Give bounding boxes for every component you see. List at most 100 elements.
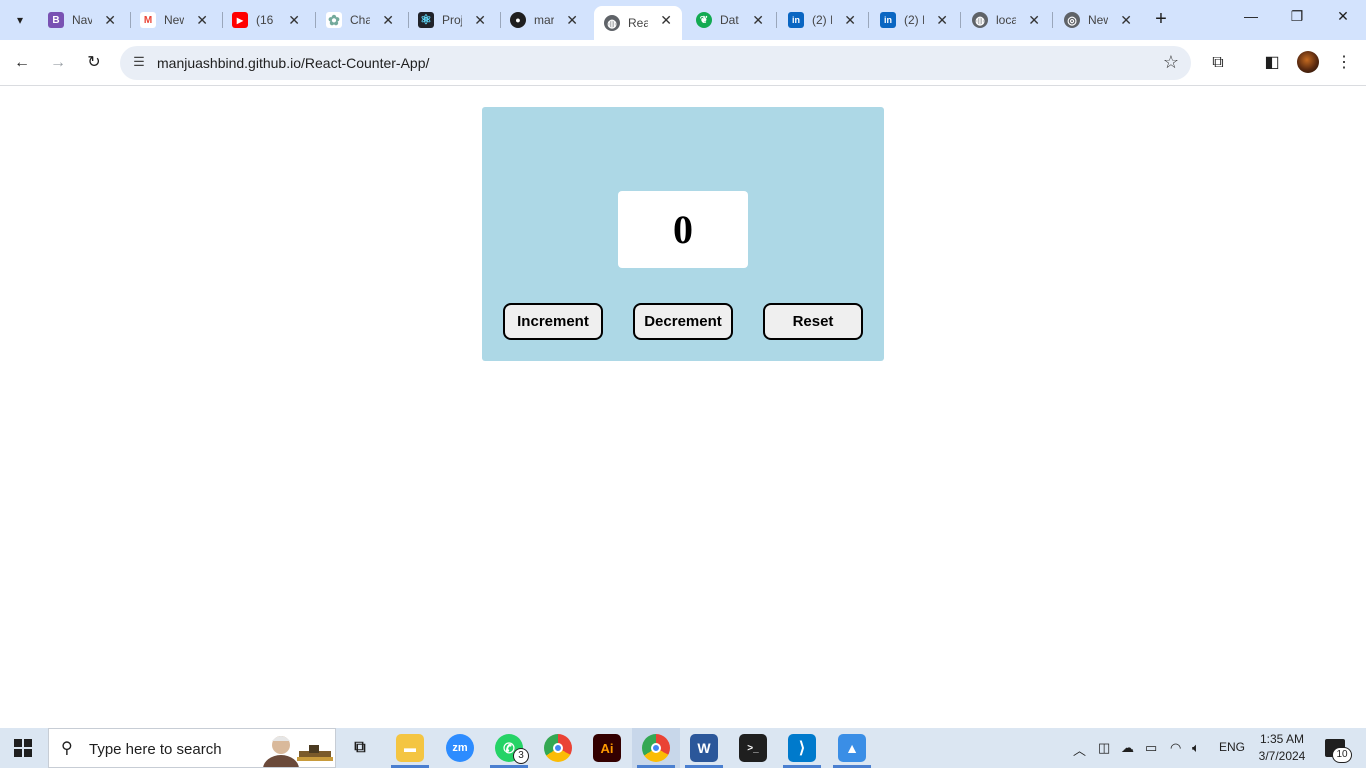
tab-label: mar — [534, 13, 554, 27]
restore-button[interactable]: ❐ — [1282, 8, 1312, 30]
close-window-button[interactable]: ✕ — [1328, 8, 1358, 30]
tab-4[interactable]: ✿ Cha ✕ — [316, 6, 404, 34]
vscode-icon[interactable]: ⟩ — [788, 734, 816, 762]
close-icon[interactable]: ✕ — [288, 12, 300, 29]
tab-3[interactable]: ▶ (16 ✕ — [222, 6, 310, 34]
youtube-icon: ▶ — [232, 12, 248, 28]
tab-divider — [776, 12, 777, 28]
tab-label: Rea — [628, 16, 648, 30]
tab-divider — [868, 12, 869, 28]
minimize-button[interactable]: — — [1236, 8, 1266, 30]
zoom-icon[interactable]: zm — [446, 734, 474, 762]
word-icon[interactable]: W — [690, 734, 718, 762]
counter-value: 0 — [618, 191, 748, 268]
illustrator-icon[interactable]: Ai — [593, 734, 621, 762]
notification-count-badge: 10 — [1332, 747, 1352, 763]
reset-button[interactable]: Reset — [763, 303, 863, 340]
close-icon[interactable]: ✕ — [1028, 12, 1040, 29]
url-text[interactable]: manjuashbind.github.io/React-Counter-App… — [157, 55, 429, 71]
linkedin-icon: in — [788, 12, 804, 28]
chevron-up-icon[interactable]: ︿ — [1073, 740, 1086, 759]
tab-5[interactable]: ⚛ Proj ✕ — [408, 6, 496, 34]
reload-button[interactable]: ↻ — [81, 50, 107, 76]
back-button[interactable]: ← — [9, 50, 35, 76]
close-icon[interactable]: ✕ — [1120, 12, 1132, 29]
search-icon: ⚲ — [61, 740, 73, 757]
tab-2[interactable]: M New ✕ — [130, 6, 218, 34]
chrome-icon[interactable] — [544, 734, 572, 762]
close-icon[interactable]: ✕ — [752, 12, 764, 29]
tab-label: (2) I — [812, 13, 832, 27]
tab-label: Dat — [720, 13, 739, 27]
task-view-icon[interactable]: ⧉ — [346, 734, 374, 762]
onedrive-icon[interactable]: ☁ — [1121, 740, 1134, 756]
globe-icon: ◍ — [604, 15, 620, 31]
search-placeholder: Type here to search — [89, 741, 222, 758]
bootstrap-icon: B — [48, 12, 64, 28]
github-icon: ● — [510, 12, 526, 28]
tab-8[interactable]: ❦ Dat ✕ — [686, 6, 774, 34]
tab-11[interactable]: ◍ loca ✕ — [962, 6, 1050, 34]
tab-1[interactable]: B Nav ✕ — [38, 6, 126, 34]
tab-label: Proj — [442, 13, 462, 27]
new-tab-button[interactable]: + — [1150, 8, 1172, 30]
meet-now-icon[interactable]: ◫ — [1098, 740, 1110, 756]
wifi-icon[interactable]: ◠ — [1170, 740, 1181, 756]
tab-6[interactable]: ● mar ✕ — [500, 6, 588, 34]
taskbar-search[interactable]: ⚲ Type here to search — [48, 728, 336, 768]
search-highlight-illustration — [263, 736, 333, 767]
side-panel-icon[interactable]: ◧ — [1261, 52, 1283, 74]
close-icon[interactable]: ✕ — [382, 12, 394, 29]
close-icon[interactable]: ✕ — [660, 12, 672, 29]
forward-button[interactable]: → — [45, 50, 71, 76]
globe-icon: ◍ — [972, 12, 988, 28]
tab-10[interactable]: in (2) I ✕ — [870, 6, 958, 34]
tab-label: New — [164, 13, 184, 27]
taskbar: ⚲ Type here to search ⧉ ▬ zm ✆ 3 Ai W >_… — [0, 728, 1366, 768]
profile-avatar[interactable] — [1297, 51, 1319, 73]
close-icon[interactable]: ✕ — [844, 12, 856, 29]
increment-button[interactable]: Increment — [503, 303, 603, 340]
extensions-icon[interactable]: ⧉ — [1207, 52, 1229, 74]
terminal-icon[interactable]: >_ — [739, 734, 767, 762]
close-icon[interactable]: ✕ — [936, 12, 948, 29]
gmail-icon: M — [140, 12, 156, 28]
chrome-icon: ◎ — [1064, 12, 1080, 28]
tab-search-chevron-icon[interactable]: ▾ — [6, 6, 34, 34]
tab-label: Nav — [72, 13, 92, 27]
clock-date: 3/7/2024 — [1258, 749, 1306, 763]
file-explorer-icon[interactable]: ▬ — [396, 734, 424, 762]
site-settings-icon[interactable]: ☰ — [130, 54, 148, 72]
browser-toolbar: ← → ↻ ☰ manjuashbind.github.io/React-Cou… — [0, 40, 1366, 86]
tab-9[interactable]: in (2) I ✕ — [778, 6, 866, 34]
tab-label: (16 — [256, 13, 274, 27]
photos-icon[interactable]: ▲ — [838, 734, 866, 762]
tab-label: Cha — [350, 13, 370, 27]
chatgpt-icon: ✿ — [326, 12, 342, 28]
tab-divider — [1052, 12, 1053, 28]
tab-12[interactable]: ◎ New ✕ — [1054, 6, 1142, 34]
language-indicator[interactable]: ENG — [1219, 740, 1245, 754]
clock[interactable]: 1:35 AM 3/7/2024 — [1252, 731, 1312, 765]
address-bar[interactable]: ☰ manjuashbind.github.io/React-Counter-A… — [120, 46, 1191, 80]
close-icon[interactable]: ✕ — [474, 12, 486, 29]
volume-icon[interactable]: 🔈︎ — [1192, 740, 1200, 756]
mongodb-icon: ❦ — [696, 12, 712, 28]
whatsapp-badge: 3 — [513, 748, 529, 764]
bookmark-star-icon[interactable]: ☆ — [1163, 52, 1179, 73]
close-icon[interactable]: ✕ — [196, 12, 208, 29]
tab-label: loca — [996, 13, 1016, 27]
battery-icon[interactable]: ▭ — [1145, 740, 1157, 756]
close-icon[interactable]: ✕ — [566, 12, 578, 29]
close-icon[interactable]: ✕ — [104, 12, 116, 29]
counter-card: 0 Increment Decrement Reset — [482, 107, 884, 361]
tab-label: New — [1088, 13, 1108, 27]
linkedin-icon: in — [880, 12, 896, 28]
tab-7-active[interactable]: ◍ Rea ✕ — [594, 6, 682, 40]
tab-strip: ▾ B Nav ✕ M New ✕ ▶ (16 ✕ ✿ Cha ✕ ⚛ Proj… — [0, 0, 1366, 40]
menu-kebab-icon[interactable]: ⋮ — [1333, 52, 1355, 74]
clock-time: 1:35 AM — [1259, 732, 1305, 746]
decrement-button[interactable]: Decrement — [633, 303, 733, 340]
windows-start-icon[interactable] — [14, 739, 32, 757]
chrome-profile-icon[interactable] — [642, 734, 670, 762]
